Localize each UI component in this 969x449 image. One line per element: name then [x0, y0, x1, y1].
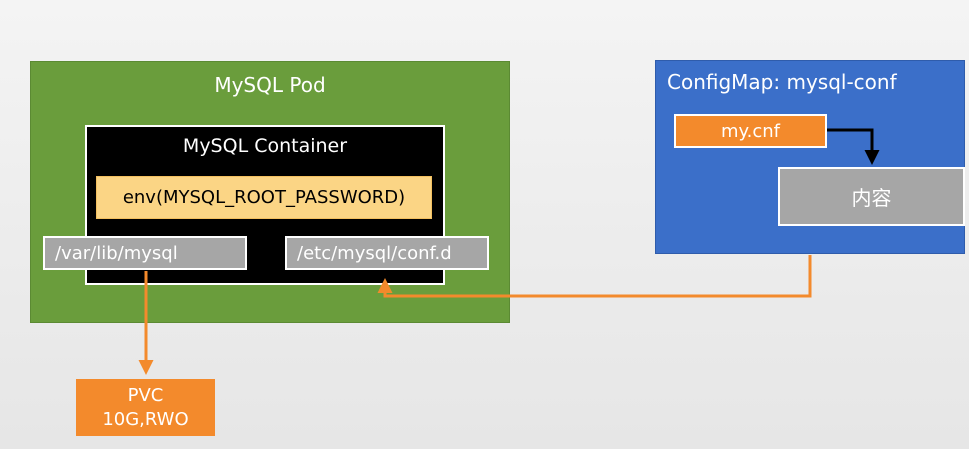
connector-layer [138, 128, 880, 375]
key-to-content-arrow [827, 128, 880, 165]
configmap-to-conf-arrow [377, 255, 812, 298]
